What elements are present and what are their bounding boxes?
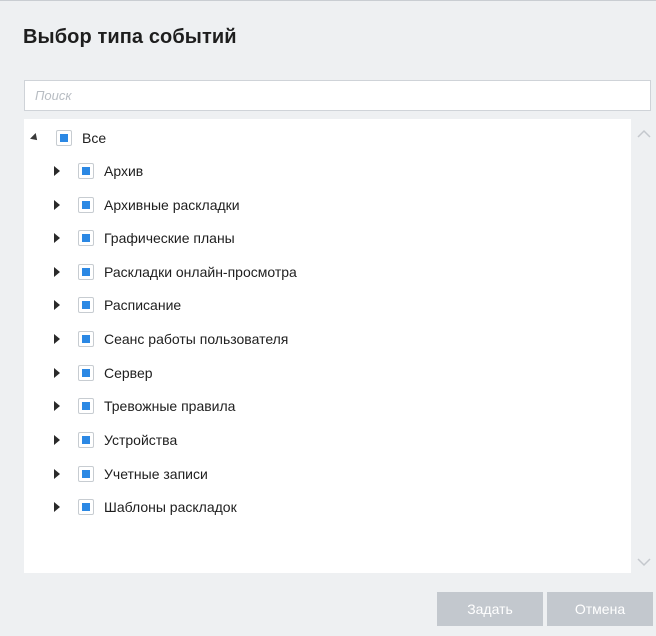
collapse-arrow-icon[interactable] — [48, 494, 66, 520]
tree-item-server[interactable]: Сервер — [48, 360, 153, 386]
tree-item-schedule[interactable]: Расписание — [48, 292, 181, 318]
partial-check-icon — [82, 301, 90, 309]
collapse-arrow-icon[interactable] — [48, 393, 66, 419]
tree-item-label: Сервер — [104, 365, 153, 381]
item-checkbox[interactable] — [78, 499, 94, 515]
collapse-arrow-icon[interactable] — [48, 158, 66, 184]
tree-item-label: Графические планы — [104, 230, 235, 246]
cancel-button[interactable]: Отмена — [547, 592, 653, 626]
tree-item-label: Раскладки онлайн-просмотра — [104, 264, 297, 280]
tree-scrollbar[interactable] — [631, 119, 656, 573]
tree-item-devices[interactable]: Устройства — [48, 427, 177, 453]
dialog-title: Выбор типа событий — [23, 26, 237, 48]
top-divider — [0, 0, 656, 1]
partial-check-icon — [82, 268, 90, 276]
item-checkbox[interactable] — [78, 365, 94, 381]
item-checkbox[interactable] — [78, 264, 94, 280]
item-checkbox[interactable] — [78, 163, 94, 179]
tree-item-archive-layouts[interactable]: Архивные раскладки — [48, 192, 240, 218]
partial-check-icon — [82, 234, 90, 242]
collapse-arrow-icon[interactable] — [48, 326, 66, 352]
expand-arrow-icon[interactable] — [26, 125, 44, 151]
item-checkbox[interactable] — [78, 331, 94, 347]
tree-item-user-session[interactable]: Сеанс работы пользователя — [48, 326, 288, 352]
tree-item-graphic-plans[interactable]: Графические планы — [48, 225, 235, 251]
tree-item-label: Архив — [104, 163, 144, 179]
partial-check-icon — [60, 134, 68, 142]
search-input[interactable] — [25, 81, 650, 110]
scroll-up-icon[interactable] — [631, 123, 656, 145]
item-checkbox[interactable] — [78, 197, 94, 213]
tree-item-label: Расписание — [104, 297, 182, 313]
tree-item-label: Шаблоны раскладок — [104, 499, 237, 515]
collapse-arrow-icon[interactable] — [48, 225, 66, 251]
tree-item-label: Устройства — [104, 432, 178, 448]
collapse-arrow-icon[interactable] — [48, 427, 66, 453]
tree-root-label: Все — [82, 130, 107, 146]
item-checkbox[interactable] — [78, 466, 94, 482]
tree-item-accounts[interactable]: Учетные записи — [48, 461, 208, 487]
item-checkbox[interactable] — [78, 297, 94, 313]
partial-check-icon — [82, 369, 90, 377]
partial-check-icon — [82, 470, 90, 478]
tree-item-label: Учетные записи — [104, 466, 208, 482]
collapse-arrow-icon[interactable] — [48, 292, 66, 318]
tree-item-label: Тревожные правила — [104, 398, 236, 414]
tree-item-archive[interactable]: Архив — [48, 158, 143, 184]
tree-root-row[interactable]: Все — [24, 125, 106, 151]
partial-check-icon — [82, 436, 90, 444]
tree-item-alarm-rules[interactable]: Тревожные правила — [48, 393, 235, 419]
tree-item-layout-templates[interactable]: Шаблоны раскладок — [48, 494, 237, 520]
event-type-dialog: Выбор типа событий Все Архив Архивные ра… — [0, 0, 656, 636]
partial-check-icon — [82, 402, 90, 410]
root-checkbox[interactable] — [56, 130, 72, 146]
scroll-down-icon[interactable] — [631, 551, 656, 573]
search-box[interactable] — [24, 80, 651, 111]
collapse-arrow-icon[interactable] — [48, 192, 66, 218]
collapse-arrow-icon[interactable] — [48, 259, 66, 285]
tree-item-live-layouts[interactable]: Раскладки онлайн-просмотра — [48, 259, 297, 285]
partial-check-icon — [82, 201, 90, 209]
item-checkbox[interactable] — [78, 230, 94, 246]
item-checkbox[interactable] — [78, 432, 94, 448]
tree-item-label: Сеанс работы пользователя — [104, 331, 289, 347]
collapse-arrow-icon[interactable] — [48, 461, 66, 487]
set-button[interactable]: Задать — [437, 592, 543, 626]
partial-check-icon — [82, 503, 90, 511]
event-type-tree: Все Архив Архивные раскладки Графические… — [24, 119, 631, 573]
partial-check-icon — [82, 335, 90, 343]
partial-check-icon — [82, 167, 90, 175]
item-checkbox[interactable] — [78, 398, 94, 414]
tree-item-label: Архивные раскладки — [104, 197, 240, 213]
collapse-arrow-icon[interactable] — [48, 360, 66, 386]
